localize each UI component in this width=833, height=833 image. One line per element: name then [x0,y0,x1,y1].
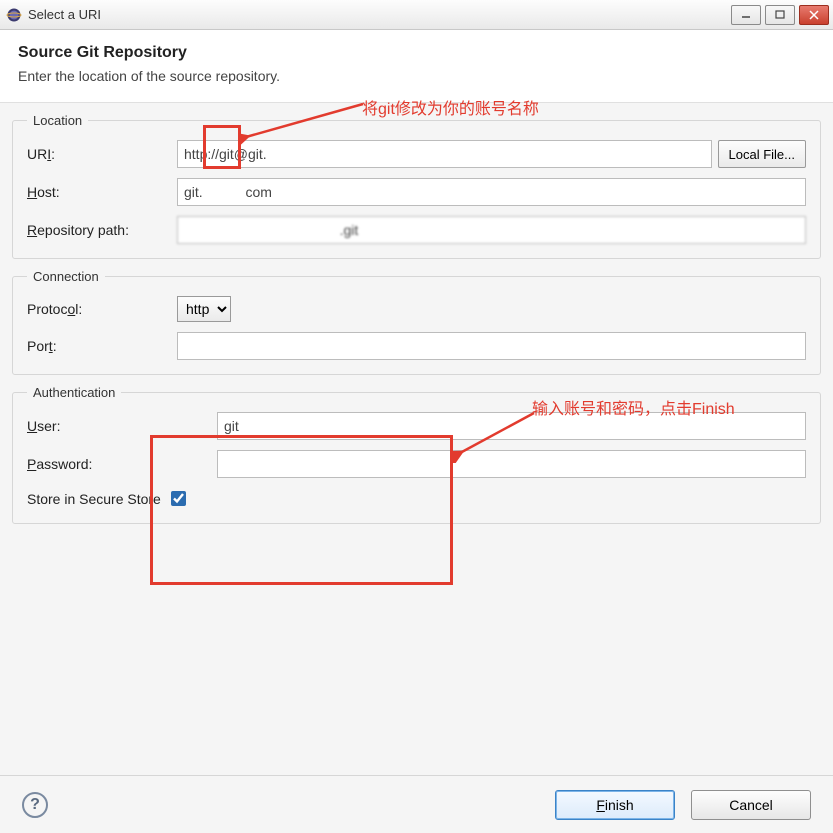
repo-path-input[interactable] [177,216,806,244]
window-title: Select a URI [28,7,101,22]
uri-input[interactable] [177,140,712,168]
port-label: Port: [27,338,177,354]
host-label: Host: [27,184,177,200]
connection-group: Connection Protocol: http Port: [12,269,821,375]
store-secure-checkbox[interactable] [171,491,186,506]
location-legend: Location [27,113,88,128]
authentication-group: Authentication User: Password: Store in … [12,385,821,524]
protocol-label: Protocol: [27,301,177,317]
dialog-header: Source Git Repository Enter the location… [0,30,833,103]
repo-path-label: Repository path: [27,222,177,238]
user-input[interactable] [217,412,806,440]
cancel-button[interactable]: Cancel [691,790,811,820]
button-bar: ? Finish Cancel [0,775,833,833]
location-group: Location URI: Local File... Host: Reposi… [12,113,821,259]
password-input[interactable] [217,450,806,478]
close-button[interactable] [799,5,829,25]
page-title: Source Git Repository [18,44,815,62]
password-label: Password: [27,456,217,472]
help-button[interactable]: ? [22,792,48,818]
protocol-select[interactable]: http [177,296,231,322]
maximize-button[interactable] [765,5,795,25]
page-subtitle: Enter the location of the source reposit… [18,68,815,84]
finish-button[interactable]: Finish [555,790,675,820]
eclipse-icon [6,7,22,23]
store-secure-label: Store in Secure Store [27,491,161,507]
uri-label: URI: [27,146,177,162]
dialog-body: Location URI: Local File... Host: Reposi… [0,103,833,833]
local-file-button[interactable]: Local File... [718,140,806,168]
host-input[interactable] [177,178,806,206]
connection-legend: Connection [27,269,105,284]
titlebar: Select a URI [0,0,833,30]
port-input[interactable] [177,332,806,360]
minimize-button[interactable] [731,5,761,25]
user-label: User: [27,418,217,434]
authentication-legend: Authentication [27,385,121,400]
